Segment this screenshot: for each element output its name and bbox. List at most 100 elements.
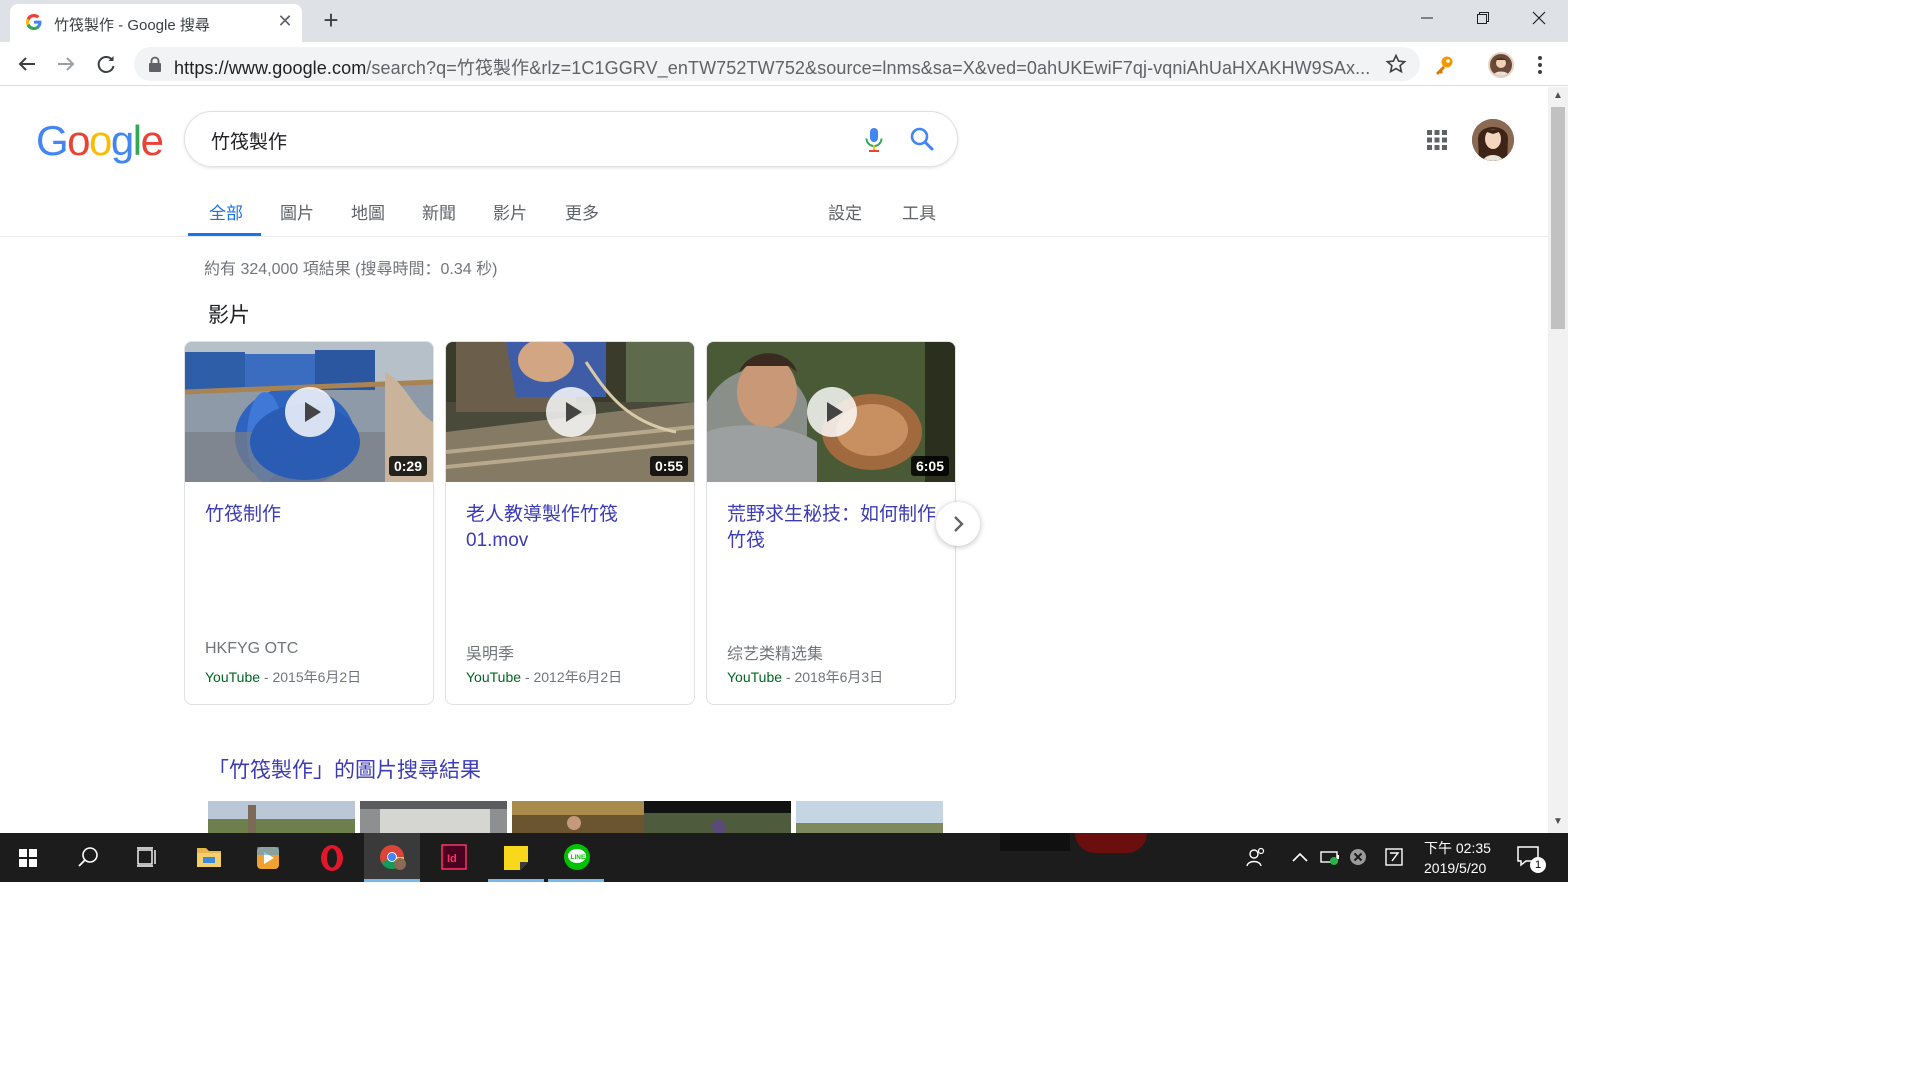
videos-heading: 影片 (208, 304, 250, 327)
video-channel: HKFYG OTC (205, 640, 299, 657)
url-text[interactable]: https://www.google.com/search?q=竹筏製作&rlz… (174, 54, 1370, 80)
taskbar-search-icon[interactable] (60, 833, 116, 882)
play-icon[interactable] (807, 387, 857, 437)
battery-icon[interactable] (1319, 847, 1343, 867)
video-thumbnail[interactable]: 6:05 (707, 342, 955, 482)
images-heading-link[interactable]: 「竹筏製作」的圖片搜尋結果 (208, 754, 481, 784)
video-thumbnail[interactable]: 0:55 (446, 342, 694, 482)
page-viewport: Google 竹筏製作 全部 圖片 地圖 新聞 影片 更多 設定 工具 約有 3… (0, 87, 1548, 833)
sticky-notes-icon[interactable] (488, 833, 544, 882)
scroll-down-icon[interactable]: ▼ (1553, 817, 1563, 827)
video-title-link[interactable]: 老人教導製作竹筏 01.mov (466, 502, 680, 554)
search-nav-tabs: 全部 圖片 地圖 新聞 影片 更多 設定 工具 (0, 187, 1548, 237)
minimize-icon[interactable] (1404, 4, 1450, 32)
close-window-icon[interactable] (1516, 4, 1562, 32)
background-window-sliver (1075, 833, 1147, 853)
url-host: https://www.google.com (174, 58, 367, 78)
task-view-icon[interactable] (118, 833, 174, 882)
browser-tab[interactable]: 竹筏製作 - Google 搜尋 ✕ (10, 4, 302, 42)
video-source-site: YouTube (727, 669, 783, 685)
notification-count: 1 (1530, 857, 1546, 873)
video-card[interactable]: 0:29 竹筏制作 HKFYG OTC YouTube - 2015年6月2日 (184, 341, 434, 705)
video-title-link[interactable]: 竹筏制作 (205, 502, 419, 528)
chevron-right-icon (954, 516, 964, 532)
video-date: - 2015年6月2日 (260, 669, 362, 685)
back-icon[interactable] (13, 50, 41, 78)
video-card[interactable]: 0:55 老人教導製作竹筏 01.mov 吳明季 YouTube - 2012年… (445, 341, 695, 705)
google-favicon-icon (26, 14, 42, 30)
windows-taskbar: Id LINE 下午 02:35 2019/5/20 1 (0, 833, 1568, 882)
video-duration: 6:05 (910, 456, 949, 476)
search-input[interactable]: 竹筏製作 (211, 127, 287, 154)
page-scrollbar[interactable]: ▲ ▼ (1548, 87, 1568, 833)
tab-news[interactable]: 新聞 (422, 199, 456, 224)
key-extension-icon[interactable] (1432, 54, 1456, 78)
media-player-icon[interactable] (240, 833, 296, 882)
image-result-thumb[interactable] (208, 801, 355, 833)
opera-icon[interactable] (304, 833, 360, 882)
search-box[interactable]: 竹筏製作 (184, 111, 958, 167)
search-icon[interactable] (909, 126, 935, 152)
video-date: - 2018年6月3日 (782, 669, 884, 685)
star-icon[interactable] (1384, 52, 1408, 76)
scroll-thumb[interactable] (1551, 107, 1565, 329)
tab-images[interactable]: 圖片 (280, 199, 314, 224)
notifications-icon[interactable]: 1 (1514, 843, 1548, 873)
clock-date[interactable]: 2019/5/20 (1424, 860, 1486, 876)
clock-time[interactable]: 下午 02:35 (1424, 838, 1491, 858)
mic-icon[interactable] (863, 127, 885, 153)
video-card[interactable]: 6:05 荒野求生秘技：如何制作竹筏 综艺类精选集 YouTube - 2018… (706, 341, 956, 705)
tab-more[interactable]: 更多 (565, 199, 599, 224)
video-duration: 0:55 (649, 456, 688, 476)
file-explorer-icon[interactable] (181, 833, 237, 882)
play-icon[interactable] (546, 387, 596, 437)
close-icon[interactable]: ✕ (274, 10, 296, 32)
video-source: YouTube - 2012年6月2日 (466, 667, 622, 687)
image-result-thumb[interactable] (360, 801, 507, 833)
browser-toolbar: https://www.google.com/search?q=竹筏製作&rlz… (0, 42, 1568, 86)
carousel-next-button[interactable] (936, 502, 980, 546)
network-error-icon[interactable] (1348, 847, 1368, 867)
apps-grid-icon[interactable] (1426, 129, 1448, 151)
restore-icon[interactable] (1460, 4, 1506, 32)
tab-title: 竹筏製作 - Google 搜尋 (54, 17, 210, 34)
windows-start-icon[interactable] (0, 833, 56, 882)
image-result-thumb[interactable] (796, 801, 943, 833)
tab-tools[interactable]: 工具 (902, 199, 936, 224)
account-avatar[interactable] (1472, 119, 1514, 161)
url-path: /search?q=竹筏製作&rlz=1C1GGRV_enTW752TW752&… (366, 58, 1371, 78)
forward-icon[interactable] (52, 50, 80, 78)
tab-strip: 竹筏製作 - Google 搜尋 ✕ + (0, 0, 1568, 42)
active-tab-indicator (188, 233, 261, 236)
plus-icon[interactable]: + (318, 6, 344, 34)
address-bar[interactable]: https://www.google.com/search?q=竹筏製作&rlz… (134, 47, 1420, 81)
video-source-site: YouTube (205, 669, 261, 685)
indesign-icon[interactable]: Id (426, 833, 482, 882)
scroll-up-icon[interactable]: ▲ (1553, 91, 1563, 101)
image-result-thumb[interactable] (644, 801, 791, 833)
tab-settings[interactable]: 設定 (828, 199, 862, 224)
background-window-sliver (1000, 833, 1070, 851)
line-icon[interactable]: LINE (548, 833, 604, 882)
profile-avatar[interactable] (1488, 52, 1514, 78)
input-method-icon[interactable] (1384, 847, 1404, 867)
people-icon[interactable] (1244, 845, 1268, 869)
chevron-up-icon[interactable] (1290, 849, 1310, 865)
reload-icon[interactable] (92, 50, 120, 78)
video-duration: 0:29 (388, 456, 427, 476)
lock-icon[interactable] (148, 56, 162, 72)
video-thumbnail[interactable]: 0:29 (185, 342, 433, 482)
play-icon[interactable] (285, 387, 335, 437)
result-stats: 約有 324,000 項結果 (搜尋時間：0.34 秒) (204, 261, 498, 278)
video-source-site: YouTube (466, 669, 522, 685)
video-channel: 综艺类精选集 (727, 646, 824, 663)
menu-dots-icon[interactable] (1530, 52, 1550, 78)
app-open-indicator (548, 879, 604, 882)
video-title-link[interactable]: 荒野求生秘技：如何制作竹筏 (727, 502, 941, 554)
google-logo[interactable]: Google (36, 117, 164, 165)
image-result-thumb[interactable] (512, 801, 659, 833)
tab-all[interactable]: 全部 (209, 199, 243, 224)
chrome-icon[interactable] (364, 833, 420, 882)
tab-maps[interactable]: 地圖 (351, 199, 385, 224)
tab-videos[interactable]: 影片 (493, 199, 527, 224)
